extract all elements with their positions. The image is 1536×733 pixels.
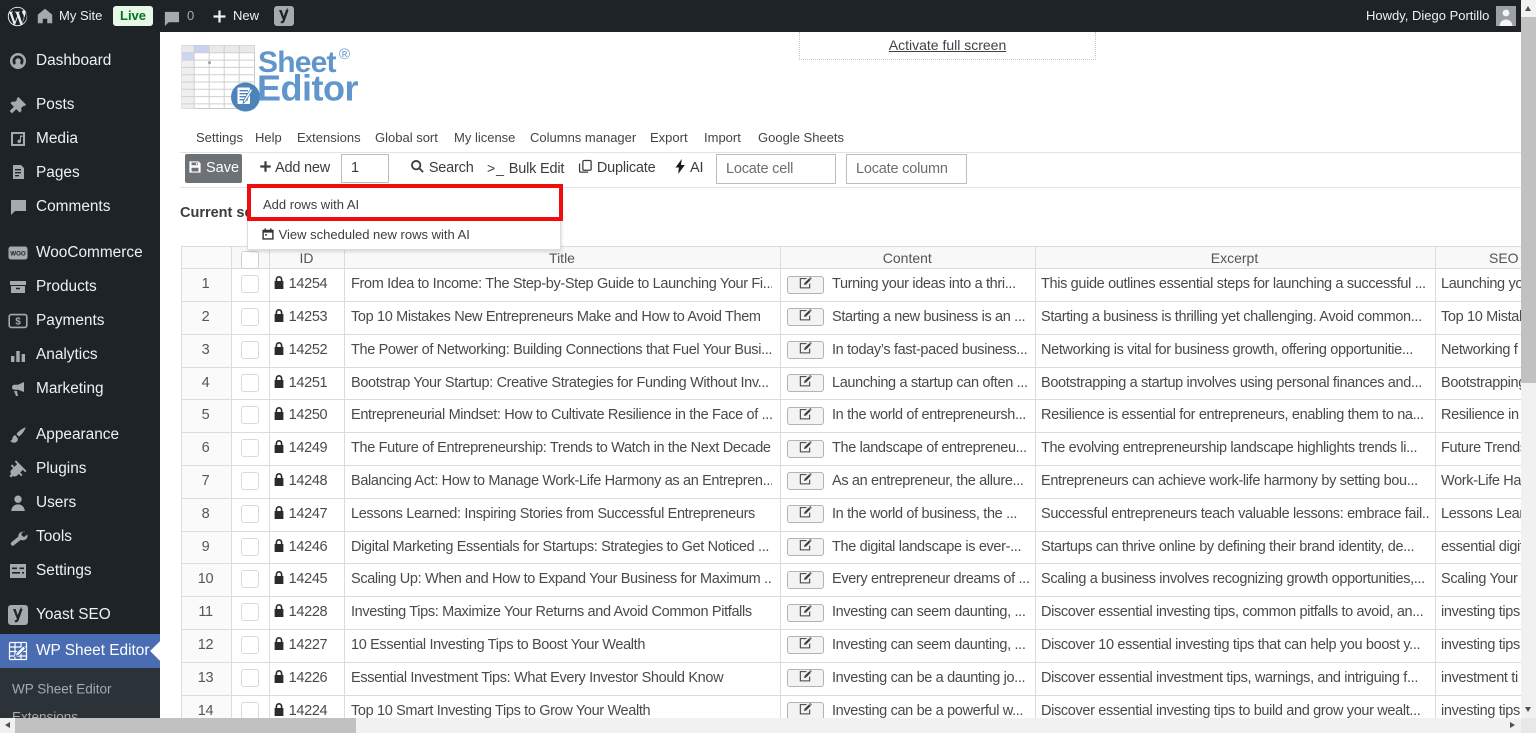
svg-text:Editor: Editor xyxy=(257,68,358,109)
svg-text:WOO: WOO xyxy=(10,251,26,258)
svg-text:®: ® xyxy=(339,46,350,63)
svg-text:$: $ xyxy=(15,317,21,328)
